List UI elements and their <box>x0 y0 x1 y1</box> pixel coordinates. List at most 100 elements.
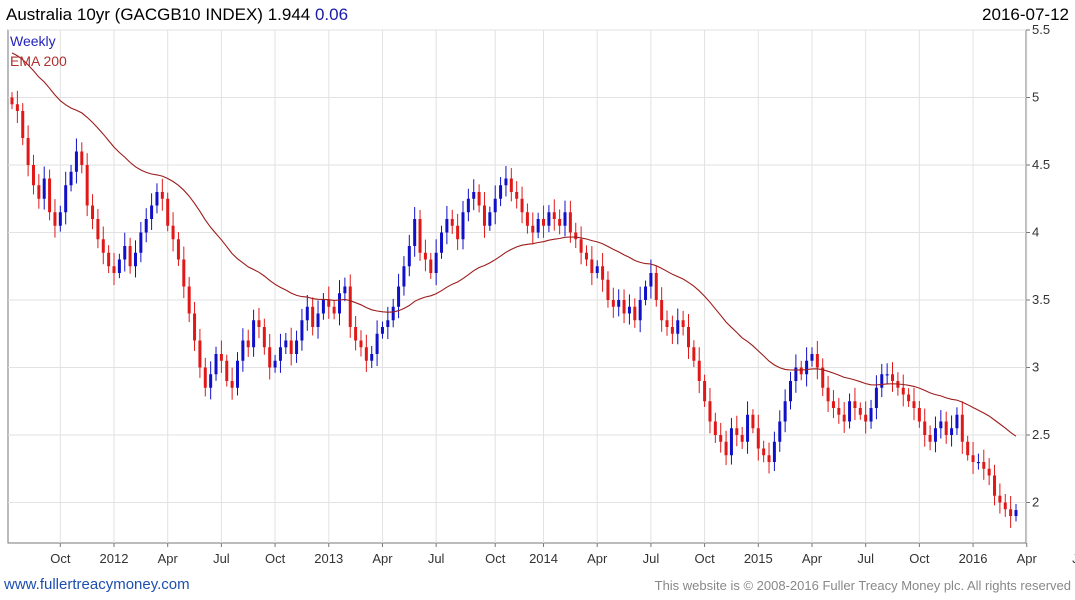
candle-body <box>772 441 776 462</box>
x-tick-label: Jul <box>213 551 230 566</box>
candle-body <box>692 347 696 361</box>
candle-body <box>907 394 911 402</box>
candle-body <box>633 306 637 321</box>
candle-body <box>37 185 41 199</box>
candle-body <box>413 219 417 246</box>
site-link[interactable]: www.fullertreacymoney.com <box>4 576 190 593</box>
candle-body <box>660 300 664 321</box>
candle-body <box>305 306 309 321</box>
candle-body <box>574 232 578 240</box>
candle-body <box>686 327 690 348</box>
price-chart: 2 2.5 3 3.5 4 4.5 5 5.5 Oct 2012 Apr Jul Oct 2013 Apr… <box>7 22 1075 566</box>
candle-body <box>756 428 760 449</box>
x-tick-label: Jul <box>428 551 445 566</box>
candle-body <box>203 367 207 388</box>
candle-body <box>128 246 132 267</box>
candle-body <box>858 408 862 415</box>
candle-body <box>805 360 809 375</box>
candle-body <box>144 219 148 233</box>
candle-body <box>418 219 422 253</box>
candle-body <box>649 273 653 287</box>
candle-body <box>423 252 427 260</box>
candle-body <box>933 428 937 442</box>
candle-body <box>289 340 293 354</box>
candle-body <box>488 212 492 226</box>
candle-body <box>429 259 433 273</box>
candle-body <box>874 387 878 408</box>
candle-body <box>993 475 997 496</box>
candle-body <box>665 320 669 327</box>
candle-body <box>842 414 846 422</box>
candle-body <box>182 259 186 287</box>
candle-body <box>799 367 803 375</box>
candle-body <box>327 300 331 307</box>
candle-body <box>826 387 830 402</box>
candle-body <box>848 401 852 422</box>
candle-body <box>15 104 19 111</box>
candle-body <box>703 381 707 402</box>
candle-body <box>547 212 551 226</box>
candle-body <box>595 266 599 273</box>
candle-body <box>670 327 674 334</box>
candle-body <box>482 205 486 226</box>
x-tick-label: Apr <box>802 551 823 566</box>
candle-body <box>338 293 342 314</box>
candle-body <box>928 435 932 442</box>
candle-body <box>300 320 304 341</box>
candle-body <box>64 185 68 213</box>
candle-body <box>370 354 374 361</box>
candle-body <box>107 252 111 267</box>
candle-body <box>1014 510 1018 516</box>
candle-body <box>112 266 116 273</box>
legend-weekly: Weekly <box>10 33 56 49</box>
candle-body <box>783 401 787 422</box>
candle-body <box>676 320 680 334</box>
candle-body <box>966 441 970 456</box>
candle-body <box>80 151 84 165</box>
candle-body <box>380 327 384 334</box>
candle-body <box>950 428 954 435</box>
candle-body <box>778 421 782 442</box>
candle-body <box>542 219 546 226</box>
candle-body <box>864 414 868 422</box>
candle-body <box>563 212 567 226</box>
candle-body <box>91 205 95 219</box>
candle-body <box>976 462 980 464</box>
candle-body <box>295 340 299 354</box>
candle-body <box>354 327 358 341</box>
candle-body <box>316 313 320 327</box>
candle-body <box>622 300 626 314</box>
candle-body <box>273 360 277 368</box>
candle-body <box>837 408 841 415</box>
candle-body <box>262 327 266 348</box>
candle-body <box>176 239 180 260</box>
candle-body <box>48 178 52 213</box>
candle-body <box>31 165 35 186</box>
y-tick-label: 2 <box>1032 495 1039 510</box>
candle-body <box>139 232 143 253</box>
candle-body <box>85 165 89 206</box>
candle-body <box>225 360 229 381</box>
candle-body <box>939 421 943 429</box>
candle-body <box>466 198 470 213</box>
candle-body <box>617 300 621 307</box>
candle-body <box>456 225 460 240</box>
candle-body <box>252 320 256 348</box>
candle-body <box>359 340 363 348</box>
x-tick-label: 2014 <box>529 551 558 566</box>
candle-body <box>708 401 712 422</box>
candle-body <box>235 360 239 388</box>
candle-body <box>230 381 234 388</box>
x-tick-label: Apr <box>158 551 179 566</box>
candle-body <box>472 192 476 199</box>
candle-body <box>493 198 497 213</box>
candle-body <box>193 313 197 341</box>
candle-body <box>123 246 127 260</box>
candle-body <box>960 414 964 442</box>
candle-body <box>311 306 315 327</box>
candle-body <box>171 225 175 240</box>
candle-body <box>579 239 583 253</box>
candle-body <box>944 421 948 435</box>
candle-body <box>810 354 814 361</box>
candle-body <box>762 448 766 456</box>
